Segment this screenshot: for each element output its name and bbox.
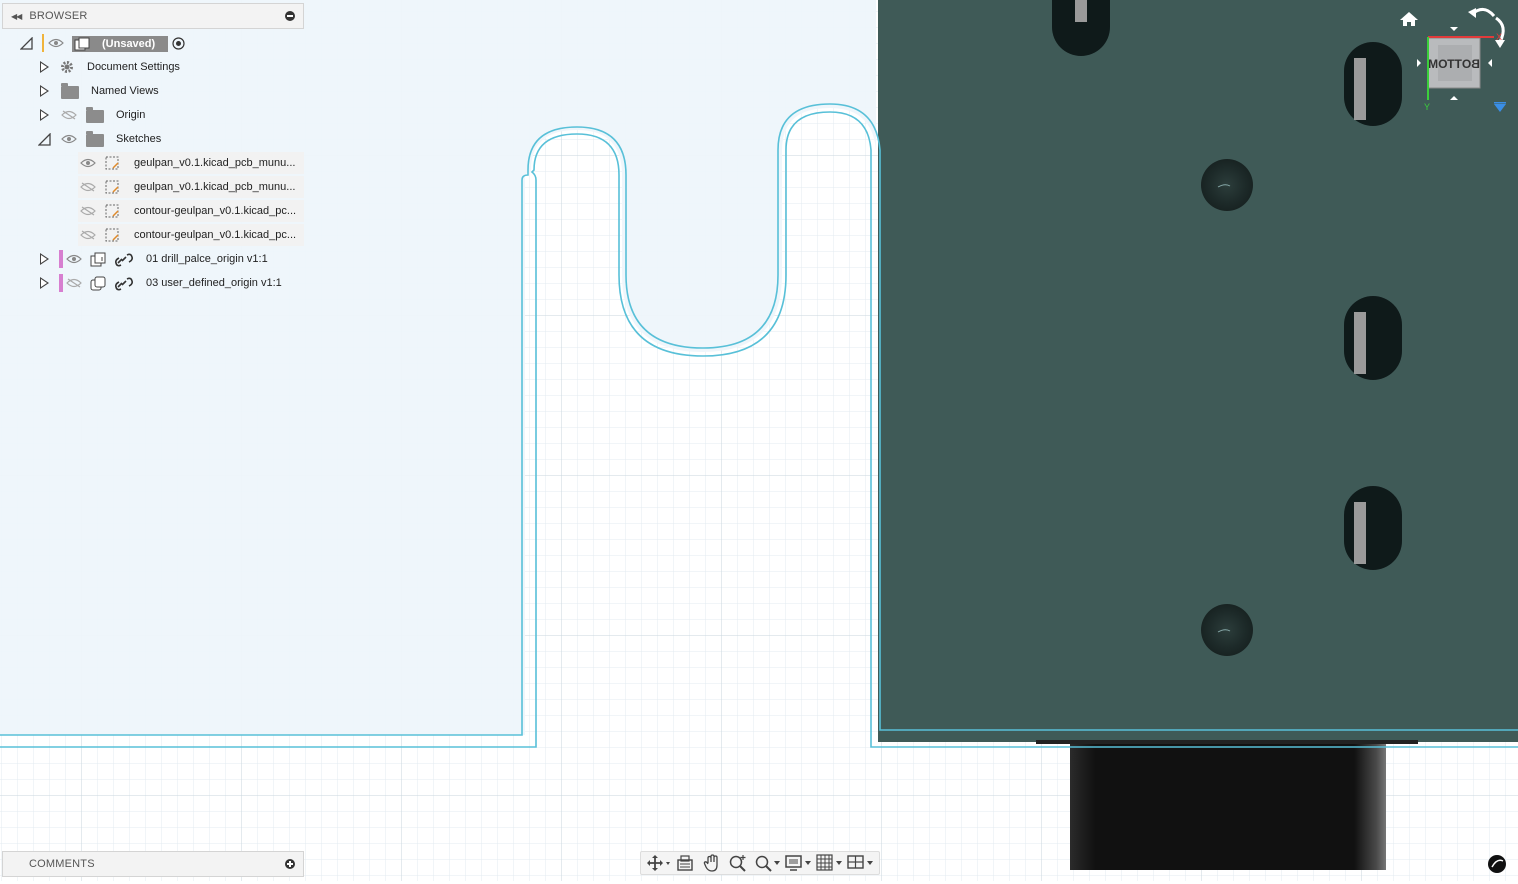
axis-y-label: Y bbox=[1424, 102, 1430, 112]
folder-icon bbox=[86, 131, 104, 147]
viewports-icon[interactable] bbox=[846, 853, 875, 873]
browser-header[interactable]: ◀◀ BROWSER bbox=[2, 3, 304, 29]
tree-item-sketch[interactable]: geulpan_v0.1.kicad_pcb_munu... bbox=[78, 176, 304, 198]
folder-icon bbox=[61, 83, 79, 99]
link-icon[interactable] bbox=[115, 252, 133, 268]
tree-item-document-settings[interactable]: Document Settings bbox=[0, 56, 304, 78]
pcb-board[interactable] bbox=[878, 0, 1518, 742]
collapse-icon[interactable]: ◀◀ bbox=[11, 12, 22, 21]
hidden-eye-icon[interactable] bbox=[80, 230, 96, 240]
tree-item-origin[interactable]: Origin bbox=[0, 104, 304, 126]
expanded-triangle-icon[interactable] bbox=[38, 133, 51, 146]
tree-item-named-views[interactable]: Named Views bbox=[0, 80, 304, 102]
tree-item-sketch[interactable]: contour-geulpan_v0.1.kicad_pc... bbox=[78, 200, 304, 222]
axis-x-label: X bbox=[1496, 32, 1502, 42]
expanded-triangle-icon[interactable] bbox=[20, 37, 33, 50]
sketch-icon bbox=[105, 156, 119, 170]
tree-item-occurrence[interactable]: 03 user_defined_origin v1:1 bbox=[0, 272, 304, 294]
sketch-icon bbox=[105, 180, 119, 194]
expand-triangle-icon[interactable] bbox=[40, 109, 49, 121]
component-icon bbox=[74, 37, 90, 51]
component-icon bbox=[90, 252, 106, 267]
browser-title: BROWSER bbox=[29, 10, 88, 22]
navigation-toolbar bbox=[640, 851, 880, 875]
sketch-icon bbox=[105, 228, 119, 242]
expand-triangle-icon[interactable] bbox=[40, 61, 49, 73]
expand-triangle-icon[interactable] bbox=[40, 253, 49, 265]
tree-item-sketch[interactable]: contour-geulpan_v0.1.kicad_pc... bbox=[78, 224, 304, 246]
data-panel-icon[interactable] bbox=[1488, 855, 1506, 873]
look-at-icon[interactable] bbox=[672, 853, 697, 873]
gear-icon bbox=[61, 61, 73, 73]
visibility-eye-icon[interactable] bbox=[80, 158, 96, 168]
comments-title: COMMENTS bbox=[29, 858, 95, 870]
tree-item-sketch[interactable]: geulpan_v0.1.kicad_pcb_munu... bbox=[78, 152, 304, 174]
add-comment-icon[interactable] bbox=[285, 859, 295, 869]
fit-icon[interactable] bbox=[753, 853, 782, 873]
viewcube-face-label: BOTTOM bbox=[1428, 57, 1480, 71]
folder-icon bbox=[86, 107, 104, 123]
orbit-icon[interactable] bbox=[645, 853, 670, 873]
hidden-eye-icon[interactable] bbox=[61, 110, 77, 120]
expand-triangle-icon[interactable] bbox=[40, 277, 49, 289]
link-icon[interactable] bbox=[115, 276, 133, 292]
hidden-eye-icon[interactable] bbox=[66, 278, 82, 288]
visibility-eye-icon[interactable] bbox=[61, 134, 77, 144]
component-icon bbox=[90, 276, 106, 291]
tree-item-occurrence[interactable]: 01 drill_palce_origin v1:1 bbox=[0, 248, 304, 270]
activate-radio-icon[interactable] bbox=[172, 37, 185, 50]
pan-icon[interactable] bbox=[699, 853, 724, 873]
expand-triangle-icon[interactable] bbox=[40, 85, 49, 97]
cylinder-rim bbox=[1036, 740, 1418, 744]
comments-header[interactable]: COMMENTS bbox=[2, 851, 304, 877]
sketch-icon bbox=[105, 204, 119, 218]
tree-item-sketches[interactable]: Sketches bbox=[0, 128, 304, 150]
hidden-eye-icon[interactable] bbox=[80, 206, 96, 216]
zoom-window-icon[interactable] bbox=[726, 853, 751, 873]
grid-icon[interactable] bbox=[815, 853, 844, 873]
display-settings-icon[interactable] bbox=[784, 853, 813, 873]
cylinder-body[interactable] bbox=[1070, 742, 1386, 870]
hidden-eye-icon[interactable] bbox=[80, 182, 96, 192]
visibility-eye-icon[interactable] bbox=[66, 254, 82, 264]
tree-root[interactable]: (Unsaved) bbox=[0, 32, 304, 54]
browser-minimize-icon[interactable] bbox=[285, 11, 295, 21]
visibility-eye-icon[interactable] bbox=[48, 38, 64, 48]
